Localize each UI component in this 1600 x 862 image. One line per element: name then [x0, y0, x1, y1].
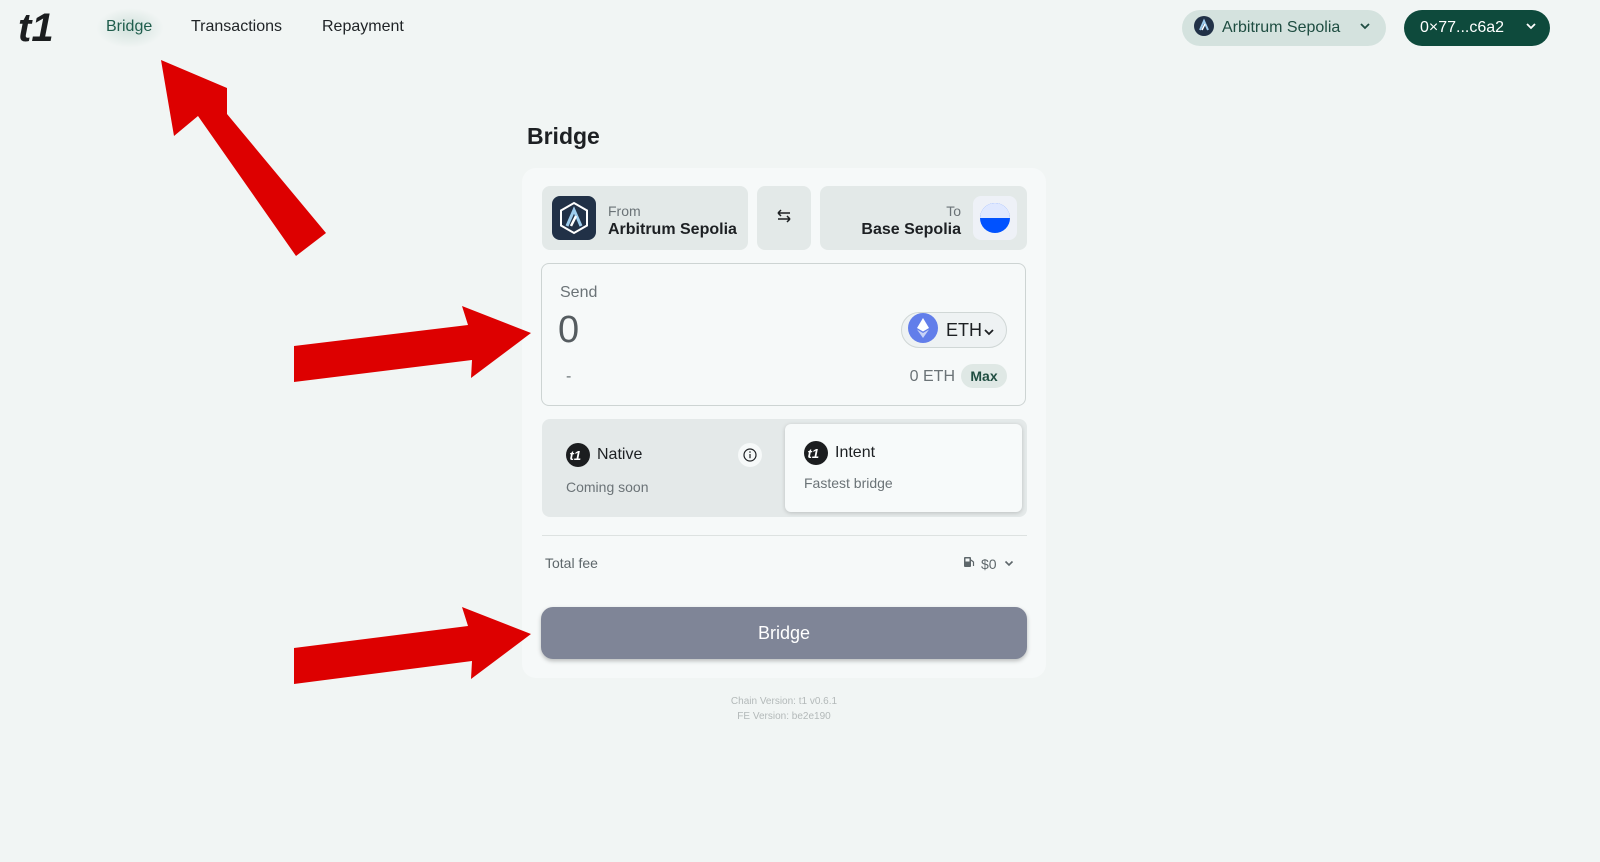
wallet-account-button[interactable]: 0×77...c6a2: [1404, 10, 1550, 46]
total-fee-label: Total fee: [545, 555, 598, 571]
nav-repayment-link[interactable]: Repayment: [322, 18, 404, 36]
send-label: Send: [560, 284, 598, 301]
network-selector-button[interactable]: Arbitrum Sepolia: [1182, 10, 1386, 46]
to-chain-name: Base Sepolia: [861, 221, 961, 238]
network-label: Arbitrum Sepolia: [1222, 19, 1341, 36]
page-title: Bridge: [527, 123, 600, 149]
native-subtitle: Coming soon: [566, 479, 649, 495]
fee-breakdown-toggle[interactable]: $0: [962, 555, 1015, 572]
send-amount-input[interactable]: [558, 308, 858, 352]
arbitrum-chain-icon: [552, 196, 596, 240]
chevron-down-icon: [1524, 19, 1538, 38]
token-balance: 0 ETH: [909, 368, 955, 385]
intent-title: Intent: [835, 444, 876, 461]
token-symbol: ETH: [946, 319, 982, 340]
from-chain-selector[interactable]: From Arbitrum Sepolia: [542, 186, 748, 250]
info-icon[interactable]: [738, 443, 762, 467]
swap-direction-button[interactable]: [757, 186, 811, 250]
from-chain-name: Arbitrum Sepolia: [608, 221, 737, 238]
arbitrum-icon: [1194, 15, 1214, 41]
mode-intent-option[interactable]: t1 Intent Fastest bridge: [785, 424, 1022, 512]
chevron-down-icon: [1358, 19, 1372, 38]
swap-arrows-icon: [775, 207, 793, 230]
from-label: From: [608, 203, 641, 219]
wallet-address: 0×77...c6a2: [1420, 19, 1505, 36]
token-selector-button[interactable]: ETH: [901, 312, 1007, 348]
intent-subtitle: Fastest bridge: [804, 475, 893, 491]
t1-logo[interactable]: t1: [18, 6, 78, 50]
annotation-arrow-bridge: [294, 607, 531, 684]
max-button[interactable]: Max: [961, 364, 1007, 388]
t1-mode-icon: t1: [804, 441, 828, 465]
svg-text:t1: t1: [808, 446, 820, 461]
svg-text:t1: t1: [18, 8, 54, 48]
total-fee-value: $0: [981, 555, 997, 572]
chevron-down-icon: [1003, 556, 1015, 572]
nav-bridge-link[interactable]: Bridge: [106, 18, 152, 36]
annotation-arrow-nav: [161, 60, 326, 256]
fe-version: FE Version: be2e190: [737, 711, 831, 722]
base-chain-icon: [973, 196, 1017, 240]
ethereum-icon: [908, 312, 938, 348]
nav-transactions-link[interactable]: Transactions: [191, 18, 282, 36]
svg-text:t1: t1: [570, 448, 582, 463]
t1-mode-icon: t1: [566, 443, 590, 467]
mode-native-option[interactable]: t1 Native Coming soon: [542, 419, 784, 517]
bridge-mode-selector: t1 Native Coming soon t1 Intent Fastest …: [542, 419, 1027, 517]
annotation-arrow-send: [294, 306, 531, 382]
to-chain-selector[interactable]: To Base Sepolia: [820, 186, 1027, 250]
usd-value: -: [566, 368, 572, 385]
chain-version: Chain Version: t1 v0.6.1: [730, 696, 838, 707]
gas-pump-icon: [962, 555, 976, 572]
chevron-down-icon: [982, 323, 996, 344]
to-label: To: [946, 203, 961, 219]
bridge-submit-button[interactable]: Bridge: [541, 607, 1027, 659]
divider: [542, 535, 1027, 536]
send-panel: Send ETH - 0 ETH Max: [541, 263, 1026, 406]
native-title: Native: [597, 446, 643, 463]
